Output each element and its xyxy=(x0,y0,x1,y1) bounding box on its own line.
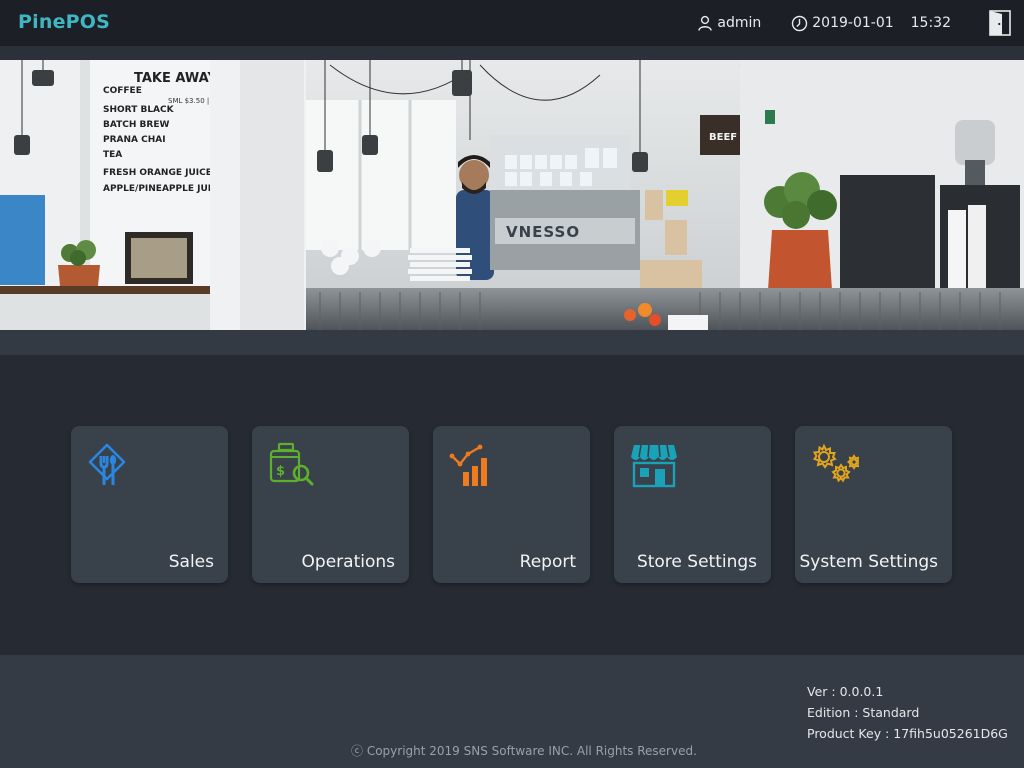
money-bag-search-icon: $ xyxy=(269,442,314,486)
date-indicator: 2019-01-01 xyxy=(791,15,894,32)
storefront-icon xyxy=(631,444,677,488)
app-logo: PinePOS xyxy=(18,11,111,33)
edition-text: Edition : Standard xyxy=(807,705,920,720)
cafe-banner-image: TAKE AWAY SML $3.50 | L COFFEE SHORT BLA… xyxy=(0,60,1024,330)
user-indicator[interactable]: admin xyxy=(697,15,761,31)
menu-card-store-settings[interactable]: Store Settings xyxy=(614,426,771,583)
menu-card-label: Store Settings xyxy=(636,552,757,572)
banner-sign: BEEF xyxy=(709,132,737,143)
copyright-text: ⓒ Copyright 2019 SNS Software INC. All R… xyxy=(351,744,697,758)
menu-card-label: Report xyxy=(519,552,576,572)
header-status: admin 2019-01-01 15:32 xyxy=(697,0,1024,46)
menu-board-item: COFFEE xyxy=(103,86,142,96)
banner-bottom-strip xyxy=(0,330,1024,355)
menu-board-item: SHORT BLACK xyxy=(103,105,175,115)
user-icon xyxy=(698,15,713,31)
menu-card-system-settings[interactable]: System Settings xyxy=(795,426,952,583)
gears-icon xyxy=(812,443,859,483)
product-key-text: Product Key : 17fih5u05261D6G xyxy=(807,726,1008,741)
menu-board-item: FRESH ORANGE JUICE xyxy=(103,168,212,178)
menu-board-item: APPLE/PINEAPPLE JUICE xyxy=(103,184,224,194)
menu-card-operations[interactable]: $ Operations xyxy=(252,426,409,583)
top-bar: PinePOS admin 2019-01-01 15:32 xyxy=(0,0,1024,46)
footer: Ver : 0.0.0.1 Edition : Standard Product… xyxy=(0,655,1024,768)
menu-card-label: Sales xyxy=(168,552,214,572)
menu-card-label: Operations xyxy=(301,552,395,572)
menu-board-item: TEA xyxy=(103,150,122,160)
version-text: Ver : 0.0.0.1 xyxy=(807,684,884,699)
current-time: 15:32 xyxy=(910,15,951,31)
version-info: Ver : 0.0.0.1 Edition : Standard Product… xyxy=(807,681,1008,744)
bar-chart-trend-icon xyxy=(449,444,487,486)
svg-text:$: $ xyxy=(276,464,285,479)
menu-board-item: PRANA CHAI xyxy=(103,135,166,145)
current-date: 2019-01-01 xyxy=(812,15,894,31)
menu-card-sales[interactable]: Sales xyxy=(71,426,228,583)
banner-top-gap xyxy=(0,46,1024,60)
menu-card-report[interactable]: Report xyxy=(433,426,590,583)
fork-spoon-diamond-icon xyxy=(88,443,126,485)
menu-board-price: SML $3.50 | L xyxy=(168,97,215,105)
menu-board-item: BATCH BREW xyxy=(103,120,169,130)
menu-card-label: System Settings xyxy=(799,552,938,572)
logout-door-icon[interactable] xyxy=(989,10,1011,36)
espresso-machine-brand: VNESSO xyxy=(506,223,580,241)
clock-icon xyxy=(792,15,808,31)
promo-banner[interactable]: TAKE AWAY SML $3.50 | L COFFEE SHORT BLA… xyxy=(0,60,1024,330)
menu-board-title: TAKE AWAY xyxy=(134,71,217,86)
main-menu: Sales $ Operations Report Store Settings… xyxy=(71,426,952,583)
username: admin xyxy=(717,15,762,31)
